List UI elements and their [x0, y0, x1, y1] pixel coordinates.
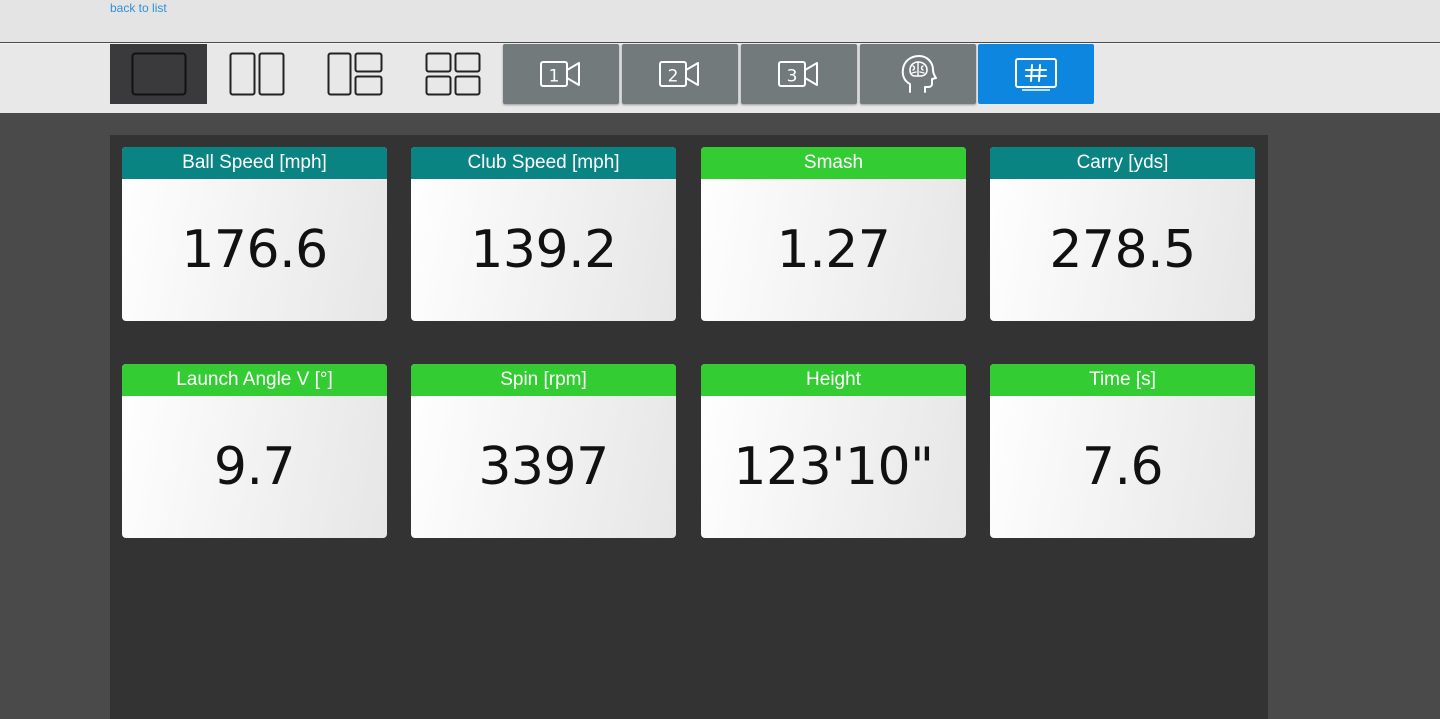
- metrics-panel: Ball Speed [mph] 176.6 Club Speed [mph] 139…: [110, 135, 1268, 719]
- metric-tile: Time [s] 7.6: [990, 364, 1255, 538]
- camera-number: 2: [668, 67, 679, 87]
- metric-value: 7.6: [1081, 437, 1164, 497]
- three-panel-view-icon: [327, 52, 382, 96]
- metric-label: Height: [701, 364, 966, 396]
- metric-tile: Ball Speed [mph] 176.6: [122, 147, 387, 321]
- metric-value: 139.2: [470, 220, 617, 280]
- camera-1-button[interactable]: 1: [503, 44, 619, 104]
- camera-icon: 2: [659, 61, 699, 87]
- metric-value: 123'10": [733, 437, 934, 497]
- metric-tile: Launch Angle V [°] 9.7: [122, 364, 387, 538]
- metric-tile: Carry [yds] 278.5: [990, 147, 1255, 321]
- two-column-view-icon: [229, 52, 284, 96]
- metric-value: 9.7: [213, 437, 296, 497]
- analysis-button[interactable]: [860, 44, 976, 104]
- metric-label: Club Speed [mph]: [411, 147, 676, 179]
- back-to-list-link[interactable]: back to list: [110, 1, 167, 15]
- layout-three-panel-button[interactable]: [306, 44, 403, 104]
- layout-four-panel-button[interactable]: [404, 44, 501, 104]
- layout-two-column-button[interactable]: [208, 44, 305, 104]
- camera-2-button[interactable]: 2: [622, 44, 738, 104]
- camera-number: 3: [787, 67, 798, 87]
- metric-value: 278.5: [1049, 220, 1196, 280]
- single-view-icon: [131, 52, 186, 96]
- camera-number: 1: [549, 67, 560, 87]
- metric-tile: Club Speed [mph] 139.2: [411, 147, 676, 321]
- metric-tile: Height 123'10": [701, 364, 966, 538]
- metric-tile: Spin [rpm] 3397: [411, 364, 676, 538]
- metric-value: 176.6: [181, 220, 328, 280]
- camera-3-button[interactable]: 3: [741, 44, 857, 104]
- metric-label: Carry [yds]: [990, 147, 1255, 179]
- data-view-button[interactable]: [978, 44, 1094, 104]
- metric-label: Time [s]: [990, 364, 1255, 396]
- layout-single-button[interactable]: [110, 44, 207, 104]
- metric-value: 1.27: [776, 220, 891, 280]
- metric-tile: Smash 1.27: [701, 147, 966, 321]
- brain-head-icon: [901, 55, 937, 93]
- camera-icon: 1: [540, 61, 580, 87]
- view-toolbar: 1 2 3: [0, 43, 1440, 113]
- metric-label: Launch Angle V [°]: [122, 364, 387, 396]
- metric-label: Ball Speed [mph]: [122, 147, 387, 179]
- camera-icon: 3: [778, 61, 818, 87]
- hash-icon: [1015, 58, 1057, 91]
- metric-label: Spin [rpm]: [411, 364, 676, 396]
- metric-label: Smash: [701, 147, 966, 179]
- top-bar: back to list: [0, 0, 1440, 42]
- metric-value: 3397: [478, 437, 609, 497]
- four-panel-view-icon: [425, 52, 480, 96]
